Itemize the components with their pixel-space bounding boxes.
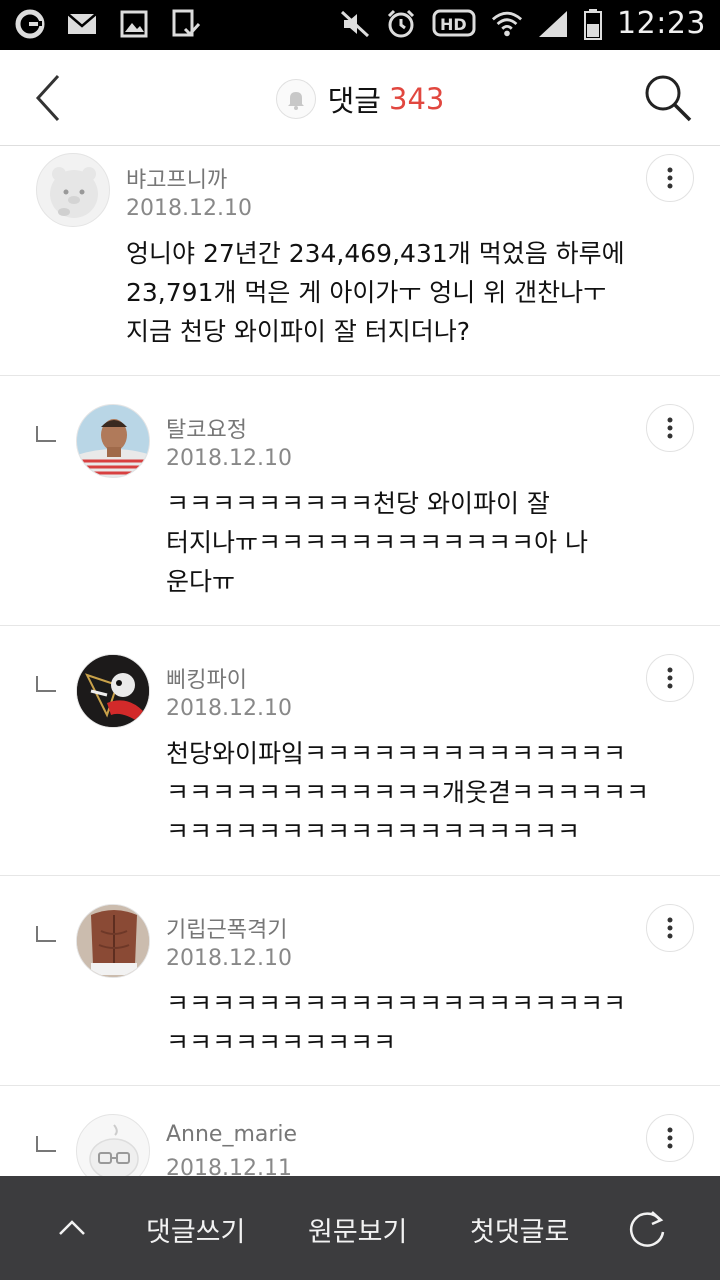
avatar-photo	[77, 405, 149, 477]
more-options-button[interactable]	[646, 654, 694, 702]
comment-author[interactable]: 삐킹파이	[166, 662, 247, 694]
bell-icon[interactable]	[275, 79, 316, 119]
write-comment-button[interactable]: 댓글쓰기	[146, 1210, 245, 1249]
reply-item: 탈코요정 2018.12.10 ㅋㅋㅋㅋㅋㅋㅋㅋㅋ천당 와이파이 잘 터지나ㅠㅋ…	[0, 376, 720, 626]
comment-date: 2018.12.10	[166, 696, 292, 721]
refresh-icon	[629, 1211, 665, 1247]
avatar-photo	[77, 905, 149, 977]
comment-line: ㅋㅋㅋㅋㅋㅋㅋㅋㅋㅋㅋㅋ개웃겯ㅋㅋㅋㅋㅋㅋ	[166, 778, 650, 807]
chevron-up-icon	[59, 1220, 85, 1235]
bottom-toolbar: 댓글쓰기 원문보기 첫댓글로	[0, 1176, 720, 1280]
comment-line: 지금 천당 와이파이 잘 터지더나?	[126, 317, 471, 346]
comment-line: 터지나ㅠㅋㅋㅋㅋㅋㅋㅋㅋㅋㅋㅋㅋ아 나	[166, 528, 588, 557]
comment-date: 2018.12.11	[166, 1156, 292, 1176]
refresh-button[interactable]	[624, 1206, 670, 1252]
download-check-icon	[170, 8, 202, 40]
comment-author[interactable]: 탈코요정	[166, 412, 247, 444]
default-avatar-icon	[89, 1124, 139, 1176]
status-time: 12:23	[617, 6, 706, 41]
search-icon	[645, 75, 692, 122]
comment-text: ㅋㅋㅋㅋㅋㅋㅋㅋㅋ천당 와이파이 잘 터지나ㅠㅋㅋㅋㅋㅋㅋㅋㅋㅋㅋㅋㅋ아 나 운…	[166, 484, 666, 601]
reply-item: Anne_marie 2018.12.11	[0, 1086, 720, 1176]
comment-line: ㅋㅋㅋㅋㅋㅋㅋㅋㅋㅋ	[166, 1028, 397, 1057]
more-options-button[interactable]	[646, 154, 694, 202]
title-label: 댓글	[327, 84, 381, 118]
reply-indicator-icon	[36, 426, 56, 442]
more-vertical-icon	[667, 917, 673, 939]
status-bar: HD 12:23	[0, 0, 720, 50]
more-vertical-icon	[667, 417, 673, 439]
mute-icon	[339, 8, 371, 40]
avatar[interactable]	[76, 654, 150, 728]
comment-text: ㅋㅋㅋㅋㅋㅋㅋㅋㅋㅋㅋㅋㅋㅋㅋㅋㅋㅋㅋㅋ ㅋㅋㅋㅋㅋㅋㅋㅋㅋㅋ	[166, 984, 686, 1062]
comment-date: 2018.12.10	[166, 446, 292, 471]
comment-date: 2018.12.10	[126, 196, 252, 221]
top-app-bar: 댓글 343	[0, 50, 720, 146]
more-vertical-icon	[667, 167, 673, 189]
search-button[interactable]	[642, 72, 694, 124]
avatar[interactable]	[36, 153, 110, 227]
mail-icon	[66, 8, 98, 40]
comment-line: 23,791개 먹은 게 아이가ㅜ 엉니 위 갠찬나ㅜ	[126, 278, 607, 307]
comment-text: 엉니야 27년간 234,469,431개 먹었음 하루에 23,791개 먹은…	[126, 234, 686, 351]
more-options-button[interactable]	[646, 904, 694, 952]
more-options-button[interactable]	[646, 1114, 694, 1162]
page-title: 댓글 343	[0, 78, 720, 120]
comment-line: ㅋㅋㅋㅋㅋㅋㅋㅋㅋㅋㅋㅋㅋㅋㅋㅋㅋㅋ	[166, 817, 581, 846]
comment-line: ㅋㅋㅋㅋㅋㅋㅋㅋㅋㅋㅋㅋㅋㅋㅋㅋㅋㅋㅋㅋ	[166, 989, 627, 1018]
comment-line: 천당와이파잌ㅋㅋㅋㅋㅋㅋㅋㅋㅋㅋㅋㅋㅋㅋ	[166, 739, 627, 768]
comment-author[interactable]: 뱌고프니까	[126, 162, 227, 194]
comment-date: 2018.12.10	[166, 946, 292, 971]
more-vertical-icon	[667, 667, 673, 689]
avatar[interactable]	[76, 904, 150, 978]
comment-line: ㅋㅋㅋㅋㅋㅋㅋㅋㅋ천당 와이파이 잘	[166, 489, 550, 518]
view-original-button[interactable]: 원문보기	[308, 1210, 407, 1249]
signal-icon	[537, 8, 569, 40]
comment-author[interactable]: 기립근폭격기	[166, 912, 287, 944]
comment-list[interactable]: 뱌고프니까 2018.12.10 엉니야 27년간 234,469,431개 먹…	[0, 146, 720, 1176]
reply-indicator-icon	[36, 1136, 56, 1152]
wifi-icon	[491, 8, 523, 40]
svg-text:HD: HD	[440, 15, 467, 34]
avatar[interactable]	[76, 404, 150, 478]
comment-author[interactable]: Anne_marie	[166, 1122, 297, 1147]
hd-icon: HD	[431, 8, 477, 40]
comment-item: 뱌고프니까 2018.12.10 엉니야 27년간 234,469,431개 먹…	[0, 146, 720, 376]
alarm-icon	[385, 8, 417, 40]
comment-text: 천당와이파잌ㅋㅋㅋㅋㅋㅋㅋㅋㅋㅋㅋㅋㅋㅋ ㅋㅋㅋㅋㅋㅋㅋㅋㅋㅋㅋㅋ개웃겯ㅋㅋㅋㅋ…	[166, 734, 686, 851]
avatar[interactable]	[76, 1114, 150, 1176]
default-avatar-icon	[50, 167, 98, 218]
scroll-top-button[interactable]	[52, 1206, 92, 1246]
first-comment-button[interactable]: 첫댓글로	[470, 1210, 569, 1249]
reply-item: 기립근폭격기 2018.12.10 ㅋㅋㅋㅋㅋㅋㅋㅋㅋㅋㅋㅋㅋㅋㅋㅋㅋㅋㅋㅋ ㅋ…	[0, 876, 720, 1086]
comment-line: 엉니야 27년간 234,469,431개 먹었음 하루에	[126, 239, 625, 268]
comment-count: 343	[389, 82, 445, 116]
comment-line: 운다ㅠ	[166, 567, 236, 596]
avatar-photo	[77, 655, 149, 727]
reply-item: 삐킹파이 2018.12.10 천당와이파잌ㅋㅋㅋㅋㅋㅋㅋㅋㅋㅋㅋㅋㅋㅋ ㅋㅋㅋ…	[0, 626, 720, 876]
reply-indicator-icon	[36, 926, 56, 942]
more-vertical-icon	[667, 1127, 673, 1149]
g-logo-icon	[14, 8, 46, 40]
battery-icon	[583, 8, 603, 40]
more-options-button[interactable]	[646, 404, 694, 452]
reply-indicator-icon	[36, 676, 56, 692]
image-icon	[118, 8, 150, 40]
